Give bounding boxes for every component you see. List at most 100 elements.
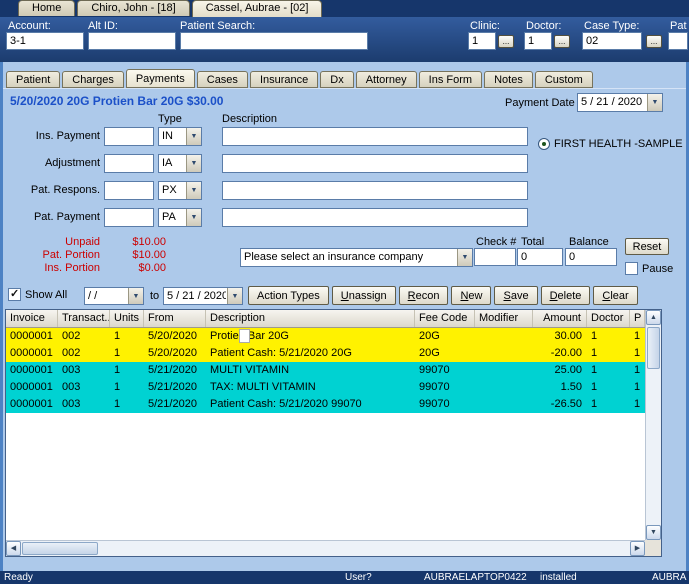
- cell-description: MULTI VITAMIN: [210, 364, 290, 376]
- payment-row-adjustment: Adjustment IA ▼: [0, 154, 689, 174]
- cell-amount: 30.00: [554, 330, 582, 342]
- chevron-down-icon[interactable]: ▼: [647, 94, 662, 111]
- window-tab-chiro-john-18[interactable]: Chiro, John - [18]: [77, 0, 190, 16]
- pause-checkbox[interactable]: Pause: [625, 262, 673, 275]
- insurance-company-select[interactable]: Please select an insurance company ▼: [240, 248, 473, 267]
- pat-payment-description-input[interactable]: [222, 208, 528, 227]
- tab-custom[interactable]: Custom: [534, 71, 593, 88]
- show-all-checkbox[interactable]: ✓ Show All: [8, 288, 67, 301]
- column-header-doctor[interactable]: Doctor: [587, 310, 630, 327]
- ins-payment-amount-input[interactable]: [104, 127, 154, 146]
- chevron-down-icon[interactable]: ▼: [186, 155, 201, 172]
- chevron-down-icon[interactable]: ▼: [227, 288, 242, 304]
- unassign-button[interactable]: Unassign: [331, 286, 396, 305]
- column-header-units[interactable]: Units: [110, 310, 144, 327]
- table-row[interactable]: 0000001 003 1 5/21/2020 TAX: MULTI VITAMIN 99…: [6, 379, 645, 396]
- table-row[interactable]: 0000001 003 1 5/21/2020 Patient Cash: 5/21/2…: [6, 396, 645, 413]
- window-tab-strip: Home Chiro, John - [18] Cassel, Aubrae - […: [0, 0, 689, 17]
- doctor-browse-button[interactable]: ...: [554, 35, 570, 48]
- to-date-select[interactable]: 5 / 21 / 2020 ▼: [163, 287, 243, 305]
- cell-invoice: 0000001: [10, 381, 53, 393]
- cell-doctor: 1: [591, 364, 598, 376]
- doctor-input[interactable]: [524, 32, 552, 50]
- reset-button[interactable]: Reset: [625, 238, 669, 255]
- adjustment-description-input[interactable]: [222, 154, 528, 173]
- column-header-p[interactable]: P: [630, 310, 645, 327]
- vertical-scrollbar[interactable]: ▲ ▼: [645, 310, 661, 540]
- column-header-invoice[interactable]: Invoice: [6, 310, 58, 327]
- tab-notes[interactable]: Notes: [484, 71, 533, 88]
- window-tab-cassel-aubrae-02[interactable]: Cassel, Aubrae - [02]: [191, 0, 323, 17]
- patient-search-input[interactable]: [180, 32, 368, 50]
- horizontal-scroll-thumb[interactable]: [22, 542, 98, 555]
- total-input[interactable]: [517, 248, 563, 266]
- new-button[interactable]: New: [451, 286, 492, 305]
- pat-respons-type-select[interactable]: PX ▼: [158, 181, 202, 200]
- pat-respons-amount-input[interactable]: [104, 181, 154, 200]
- balance-input[interactable]: [565, 248, 617, 266]
- check-icon: ✓: [10, 288, 20, 300]
- chevron-down-icon[interactable]: ▼: [186, 209, 201, 226]
- table-row[interactable]: 0000001 002 1 5/20/2020 Patient Cash: 5/21/2…: [6, 345, 645, 362]
- clinic-browse-button[interactable]: ...: [498, 35, 514, 48]
- recon-button[interactable]: Recon: [398, 286, 449, 305]
- save-button[interactable]: Save: [494, 286, 538, 305]
- chevron-down-icon[interactable]: ▼: [457, 249, 472, 266]
- column-header-amount[interactable]: Amount: [533, 310, 587, 327]
- cell-amount: 1.50: [560, 381, 582, 393]
- chevron-down-icon[interactable]: ▼: [186, 182, 201, 199]
- scroll-up-icon[interactable]: ▲: [646, 310, 661, 325]
- chevron-down-icon[interactable]: ▼: [186, 128, 201, 145]
- account-input[interactable]: [6, 32, 84, 50]
- cell-p: 1: [634, 398, 641, 410]
- scroll-left-icon[interactable]: ◀: [6, 541, 21, 556]
- table-row[interactable]: 0000001 002 1 5/20/2020 Protien Bar 20G 20G 30…: [6, 328, 645, 345]
- pat-respons-description-input[interactable]: [222, 181, 528, 200]
- pat-payment-amount-input[interactable]: [104, 208, 154, 227]
- table-row[interactable]: 0000001 003 1 5/21/2020 MULTI VITAMIN 99070 25…: [6, 362, 645, 379]
- clinic-input[interactable]: [468, 32, 496, 50]
- insurance-company-value: Please select an insurance company: [244, 251, 424, 263]
- patient-type-input[interactable]: [668, 32, 688, 50]
- column-header-fee-code[interactable]: Fee Code: [415, 310, 475, 327]
- main-tab-bar: Patient Charges Payments Cases Insurance Dx At…: [6, 69, 595, 88]
- delete-button[interactable]: Delete: [540, 286, 591, 305]
- horizontal-scrollbar[interactable]: ◀ ▶: [6, 540, 645, 556]
- status-bar: Ready User? AUBRAELAPTOP0422 installed A…: [0, 571, 689, 584]
- pat-payment-type-select[interactable]: PA ▼: [158, 208, 202, 227]
- tab-patient[interactable]: Patient: [6, 71, 61, 88]
- scroll-right-icon[interactable]: ▶: [630, 541, 645, 556]
- adjustment-type-select[interactable]: IA ▼: [158, 154, 202, 173]
- tab-payments[interactable]: Payments: [125, 69, 195, 88]
- tab-cases[interactable]: Cases: [196, 71, 248, 88]
- from-date-select[interactable]: / / ▼: [84, 287, 144, 305]
- scroll-down-icon[interactable]: ▼: [646, 525, 661, 540]
- tab-charges[interactable]: Charges: [62, 71, 124, 88]
- alt-id-input[interactable]: [88, 32, 176, 50]
- column-header-modifier[interactable]: Modifier: [475, 310, 533, 327]
- scrollbar-corner: [645, 540, 661, 556]
- column-header-transact[interactable]: Transact...▲: [58, 310, 110, 327]
- tab-dx[interactable]: Dx: [320, 71, 354, 88]
- tab-insurance[interactable]: Insurance: [249, 71, 319, 88]
- show-all-label: Show All: [25, 288, 68, 301]
- payment-date-select[interactable]: 5 / 21 / 2020 ▼: [577, 93, 663, 112]
- column-header-description[interactable]: Description: [206, 310, 415, 327]
- ins-payment-description-input[interactable]: [222, 127, 528, 146]
- vertical-scroll-thumb[interactable]: [647, 327, 660, 369]
- case-type-input[interactable]: [582, 32, 642, 50]
- window-tab-home[interactable]: Home: [18, 0, 76, 16]
- from-date-value: / /: [88, 290, 98, 302]
- tab-attorney[interactable]: Attorney: [355, 71, 417, 88]
- adjustment-amount-input[interactable]: [104, 154, 154, 173]
- column-header-from[interactable]: From: [144, 310, 206, 327]
- insurance-radio[interactable]: FIRST HEALTH -SAMPLE INS: [538, 138, 689, 150]
- check-number-input[interactable]: [474, 248, 516, 266]
- chevron-down-icon[interactable]: ▼: [128, 288, 143, 304]
- tab-ins-form[interactable]: Ins Form: [418, 71, 483, 88]
- action-types-button[interactable]: Action Types: [248, 286, 329, 305]
- unpaid-label: Unpaid: [65, 236, 100, 248]
- case-type-browse-button[interactable]: ...: [646, 35, 662, 48]
- clear-button[interactable]: Clear: [593, 286, 638, 305]
- ins-payment-type-select[interactable]: IN ▼: [158, 127, 202, 146]
